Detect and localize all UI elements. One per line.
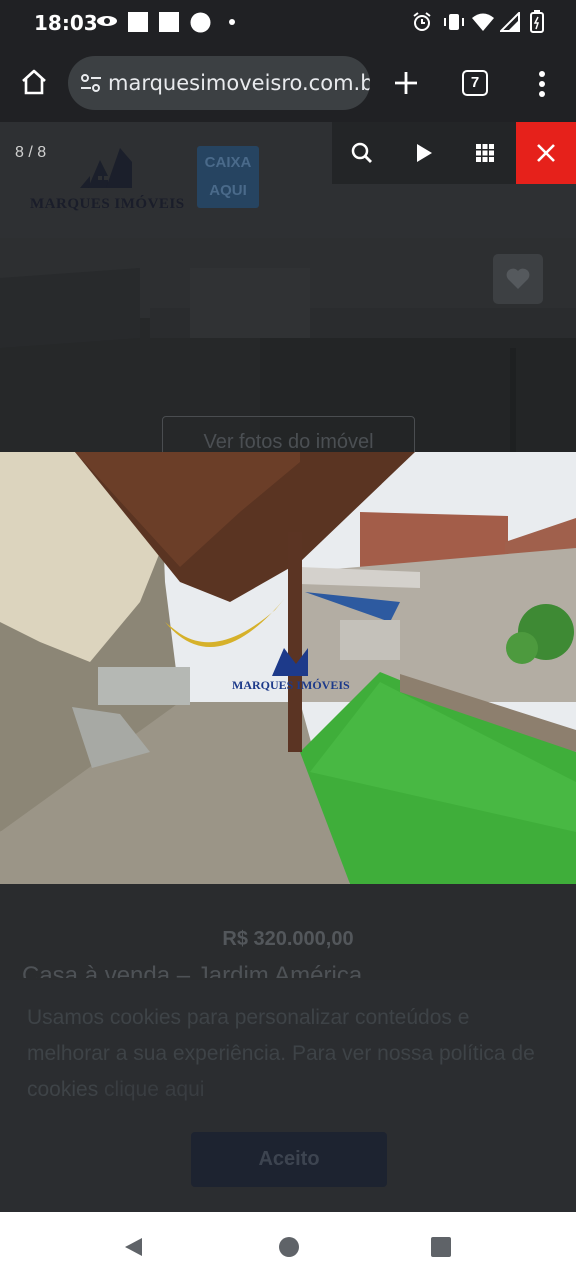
- eye-notification-icon: [97, 16, 117, 26]
- logo-text: MARQUES IMÓVEIS: [30, 196, 185, 212]
- caixa-line2: AQUI: [209, 182, 247, 199]
- signal-icon: [500, 12, 520, 32]
- search-icon[interactable]: [351, 142, 373, 164]
- close-icon: [537, 144, 555, 162]
- address-bar[interactable]: marquesimoveisro.com.br: [68, 56, 370, 110]
- system-navigation-bar: [0, 1212, 576, 1280]
- listing-title[interactable]: Casa à venda – Jardim América: [22, 962, 362, 978]
- more-vert-icon[interactable]: [538, 70, 546, 98]
- alarm-icon: [413, 12, 431, 31]
- screen: 18:03 marquesimoveisro.com.br 7 MARQUES …: [0, 0, 576, 1280]
- home-circle-icon[interactable]: [278, 1236, 300, 1258]
- recents-icon[interactable]: [430, 1236, 452, 1258]
- site-settings-icon[interactable]: [80, 72, 102, 94]
- backyard-image: [0, 452, 576, 884]
- home-icon[interactable]: [20, 68, 48, 96]
- heart-icon: [506, 268, 530, 289]
- back-icon[interactable]: [122, 1236, 144, 1258]
- photo-watermark: MARQUES IMÓVEIS: [232, 678, 350, 692]
- web-page: MARQUES IMÓVEIS CAIXA AQUI 8 / 8 Ver fot…: [0, 122, 576, 1212]
- cookie-banner: Usamos cookies para personalizar conteúd…: [0, 980, 576, 1212]
- accept-cookies-button[interactable]: Aceito: [191, 1132, 387, 1187]
- url-text: marquesimoveisro.com.br: [108, 71, 370, 95]
- status-bar: 18:03: [0, 0, 576, 44]
- site-header: MARQUES IMÓVEIS CAIXA AQUI 8 / 8: [0, 122, 576, 238]
- lightbox-toolbar: [332, 122, 516, 184]
- favorite-button[interactable]: [493, 254, 543, 304]
- notification-circle-icon: [190, 12, 211, 33]
- caixa-line1: CAIXA: [204, 154, 252, 171]
- listing-price: R$ 320.000,00: [222, 928, 354, 950]
- cookie-policy-link[interactable]: clique aqui: [104, 1078, 204, 1101]
- property-photo[interactable]: MARQUES IMÓVEIS: [0, 452, 576, 884]
- close-button[interactable]: [516, 122, 576, 184]
- battery-icon: [530, 10, 544, 33]
- image-counter: 8 / 8: [15, 144, 47, 161]
- notification-square-icon: [159, 12, 179, 32]
- caixa-aqui-badge[interactable]: CAIXA AQUI: [197, 146, 259, 208]
- previous-photo: Ver fotos do imóvel: [0, 238, 576, 452]
- logo-icon: [80, 148, 132, 188]
- cookie-text-block: Usamos cookies para personalizar conteúd…: [27, 1000, 547, 1108]
- wifi-icon: [472, 13, 494, 31]
- grid-icon[interactable]: [475, 143, 495, 163]
- status-time: 18:03: [34, 11, 98, 35]
- notification-dot-icon: [229, 19, 235, 25]
- browser-toolbar: marquesimoveisro.com.br 7: [0, 44, 576, 122]
- play-icon[interactable]: [414, 143, 434, 163]
- plus-icon[interactable]: [392, 69, 420, 97]
- tab-switcher-icon[interactable]: 7: [462, 70, 488, 96]
- vibrate-icon: [444, 14, 464, 30]
- notification-square-icon: [128, 12, 148, 32]
- view-photos-button[interactable]: Ver fotos do imóvel: [162, 416, 415, 452]
